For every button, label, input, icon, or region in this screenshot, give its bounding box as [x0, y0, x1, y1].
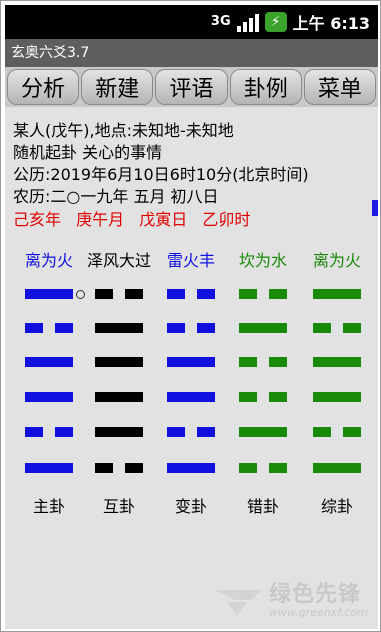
lunar-date: 农历:二○一九年 五月 初八日: [13, 187, 219, 206]
signal-icon: [236, 12, 259, 32]
hexagram-label: 主卦: [32, 497, 65, 516]
yang-line: [313, 289, 361, 299]
app-title: 玄奥六爻3.7: [5, 39, 378, 67]
network-3g-icon: 3G: [210, 14, 231, 29]
yang-line: [239, 323, 287, 333]
hexagram-name: 泽风大过: [86, 251, 151, 270]
yang-line: [95, 357, 143, 367]
yang-line: [95, 392, 143, 402]
yin-line: [95, 289, 143, 299]
gregorian-date: 公历:2019年6月10日6时10分(北京时间): [13, 165, 309, 184]
yang-line: [313, 357, 361, 367]
yang-line: [25, 463, 73, 473]
yin-line: [167, 427, 215, 437]
ganzhi-year: 己亥年: [13, 210, 62, 229]
tab-new[interactable]: 新建: [81, 69, 154, 105]
hexagram-name: 坎为水: [238, 251, 287, 270]
watermark-logo-icon: [215, 590, 264, 616]
hexagram-name: 离为火: [24, 251, 73, 270]
hexagram-label: 综卦: [320, 497, 353, 516]
yang-line: [167, 392, 215, 402]
yang-line: [167, 463, 215, 473]
ganzhi-row: 己亥年 庚午月 戊寅日 乙卯时: [13, 206, 260, 230]
status-bar: 3G ⚡ 上午 6:13: [5, 5, 378, 39]
yin-line: [167, 289, 215, 299]
watermark-cn: 绿色先锋: [269, 582, 362, 607]
tab-analysis[interactable]: 分析: [7, 69, 80, 105]
yang-line: [167, 357, 215, 367]
yin-line: [95, 463, 143, 473]
hexagram-names: 离为火 泽风大过 雷火丰 坎为水 离为火: [5, 247, 378, 270]
yin-line: [239, 463, 287, 473]
yang-line: [25, 392, 73, 402]
yin-line: [239, 357, 287, 367]
yin-line: [25, 323, 73, 333]
person-info: 某人(戊午),地点:未知地-未知地: [13, 121, 234, 140]
status-time: 上午 6:13: [292, 14, 370, 33]
yin-line: [239, 289, 287, 299]
yang-line: [313, 463, 361, 473]
toolbar: 分析 新建 评语 卦例 菜单: [5, 67, 378, 107]
yin-line: [313, 323, 361, 333]
hexagram-name: 雷火丰: [166, 251, 215, 270]
yang-line: [25, 357, 73, 367]
watermark: 绿色先锋 www.greenxf.com: [213, 583, 368, 619]
yin-line: [313, 427, 361, 437]
divination-panel: 某人(戊午),地点:未知地-未知地 随机起卦 关心的事情 公历:2019年6月1…: [5, 107, 378, 629]
ganzhi-day: 戊寅日: [139, 210, 188, 229]
yin-line: [239, 392, 287, 402]
hexagram-name: 离为火: [312, 251, 361, 270]
yang-line: [95, 427, 143, 437]
method-info: 随机起卦 关心的事情: [13, 143, 163, 162]
scrollbar-indicator[interactable]: [372, 200, 378, 216]
battery-charging-icon: ⚡: [264, 12, 287, 32]
yang-line: [239, 427, 287, 437]
yang-line: [313, 392, 361, 402]
hexagram-label: 错卦: [246, 497, 279, 516]
tab-comment[interactable]: 评语: [155, 69, 228, 105]
tab-examples[interactable]: 卦例: [229, 69, 302, 105]
yin-line: [167, 323, 215, 333]
watermark-en: www.greenxf.com: [269, 606, 368, 619]
ganzhi-month: 庚午月: [76, 210, 125, 229]
yang-line: [95, 323, 143, 333]
moving-line-marker: [76, 290, 85, 299]
phone-frame: 3G ⚡ 上午 6:13 玄奥六爻3.7 分析 新建 评语 卦例 菜单 某人(戊…: [0, 0, 381, 632]
yin-line: [25, 427, 73, 437]
yang-line: [25, 289, 73, 299]
status-icons: 3G ⚡ 上午 6:13: [211, 10, 370, 34]
hexagram-label: 变卦: [174, 497, 207, 516]
hexagram-label: 互卦: [102, 497, 135, 516]
ganzhi-hour: 乙卯时: [202, 210, 251, 229]
tab-menu[interactable]: 菜单: [303, 69, 377, 105]
